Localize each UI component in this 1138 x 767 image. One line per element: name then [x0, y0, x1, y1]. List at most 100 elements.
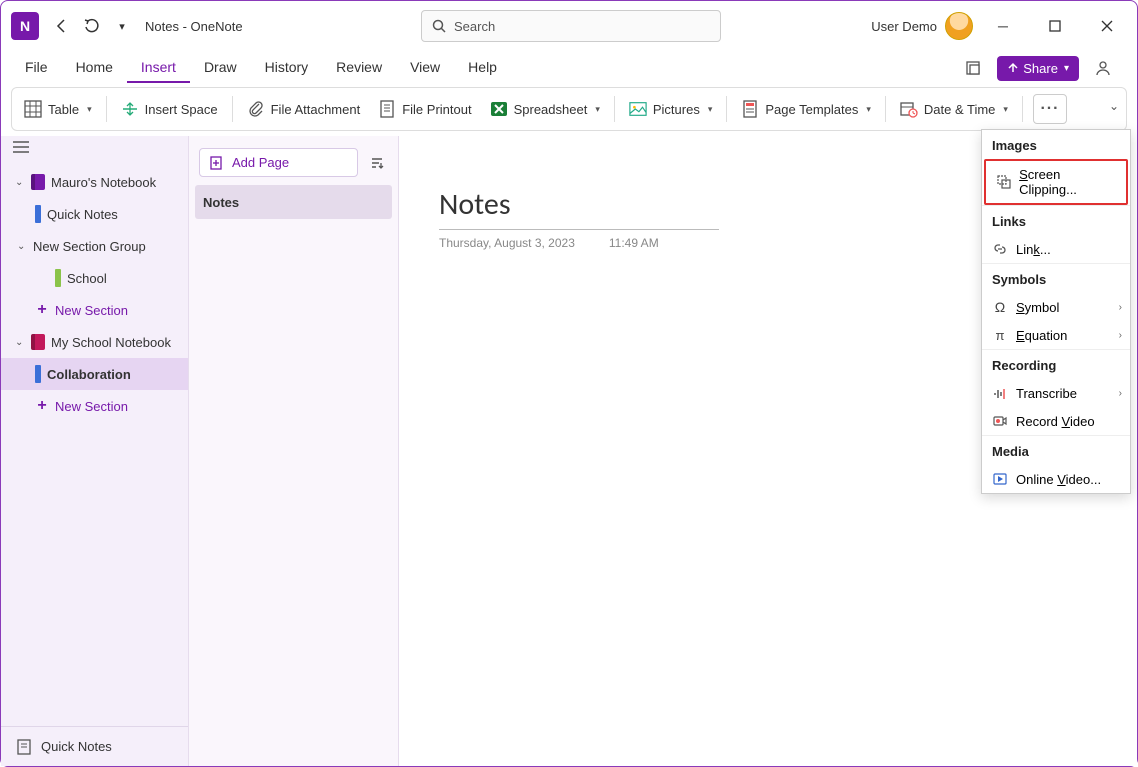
ribbon-label: Date & Time [924, 102, 996, 117]
pictures-icon [629, 100, 647, 118]
qat-customize-button[interactable]: ▾ [107, 11, 137, 41]
section-tab-icon [55, 269, 61, 287]
chevron-right-icon: › [1119, 330, 1122, 341]
plus-icon: + [35, 397, 49, 415]
content-area: ⌄Mauro's NotebookQuick Notes⌄New Section… [1, 136, 1137, 766]
sort-pages-button[interactable] [366, 152, 388, 174]
pages-panel: Add Page Notes [189, 136, 399, 766]
account-icon[interactable] [1089, 54, 1117, 82]
ribbon-insert-space[interactable]: Insert Space [113, 94, 226, 124]
ribbon-table[interactable]: Table▾ [16, 94, 100, 124]
ribbon-overflow-menu: Images Screen Clipping... Links Link... Symb… [981, 129, 1131, 494]
avatar[interactable] [945, 12, 973, 40]
note-title[interactable]: Notes [439, 186, 719, 230]
search-box[interactable]: Search [421, 10, 721, 42]
transcribe-icon [992, 385, 1008, 401]
page-item[interactable]: Notes [195, 185, 392, 219]
tab-view[interactable]: View [396, 53, 454, 83]
spreadsheet-icon [490, 100, 508, 118]
nb-item[interactable]: ⌄New Section Group [1, 230, 188, 262]
ribbon-collapse-button[interactable]: ⌄ [1109, 99, 1119, 113]
ribbon-printout[interactable]: File Printout [370, 94, 479, 124]
notebook-icon [31, 334, 45, 350]
close-button[interactable] [1085, 11, 1129, 41]
menu-item-screen-clipping[interactable]: Screen Clipping... [984, 159, 1128, 205]
ribbon-label: Insert Space [145, 102, 218, 117]
tab-home[interactable]: Home [62, 53, 127, 83]
menu-item-record-video[interactable]: Record Video [982, 407, 1130, 435]
dropdown-header: Images [982, 130, 1130, 159]
tab-insert[interactable]: Insert [127, 53, 190, 83]
new-section-label: New Section [55, 399, 128, 414]
section-tab-icon [35, 205, 41, 223]
nb-item[interactable]: Quick Notes [1, 198, 188, 230]
ribbon-separator [1022, 96, 1023, 122]
add-page-button[interactable]: Add Page [199, 148, 358, 177]
tab-review[interactable]: Review [322, 53, 396, 83]
table-icon [24, 100, 42, 118]
ribbon-label: Page Templates [765, 102, 858, 117]
ribbon-spreadsheet[interactable]: Spreadsheet▾ [482, 94, 608, 124]
tab-draw[interactable]: Draw [190, 53, 251, 83]
section-label: School [67, 271, 107, 286]
ribbon-datetime[interactable]: Date & Time▾ [892, 94, 1016, 124]
menu-item-label: Online Video... [1016, 472, 1101, 487]
templates-icon [741, 100, 759, 118]
user-name[interactable]: User Demo [871, 19, 937, 34]
menu-item-online-video[interactable]: Online Video... [982, 465, 1130, 493]
minimize-button[interactable]: ─ [981, 11, 1025, 41]
menu-item-label: Equation [1016, 328, 1067, 343]
titlebar: N ▾ Notes - OneNote Search User Demo ─ [1, 1, 1137, 51]
undo-button[interactable] [77, 11, 107, 41]
ribbon-templates[interactable]: Page Templates ▾ [733, 94, 879, 124]
menu-tabs: FileHomeInsertDrawHistoryReviewViewHelp … [1, 51, 1137, 85]
chevron-down-icon: ▾ [595, 104, 600, 115]
maximize-button[interactable] [1033, 11, 1077, 41]
tab-help[interactable]: Help [454, 53, 511, 83]
nb-item[interactable]: ⌄My School Notebook [1, 326, 188, 358]
menu-item-transcribe[interactable]: Transcribe› [982, 379, 1130, 407]
nb-item[interactable]: School [1, 262, 188, 294]
menu-item-equation[interactable]: πEquation› [982, 321, 1130, 349]
ribbon-overflow-button[interactable]: ··· [1033, 94, 1067, 124]
back-button[interactable] [47, 11, 77, 41]
share-label: Share [1023, 61, 1058, 76]
search-placeholder: Search [454, 19, 495, 34]
note-date: Thursday, August 3, 2023 [439, 236, 575, 250]
onlinevideo-icon [992, 471, 1008, 487]
nb-item[interactable]: +New Section [1, 294, 188, 326]
menu-item-symbol[interactable]: ΩSymbol› [982, 293, 1130, 321]
group-label: New Section Group [33, 239, 146, 254]
chevron-down-icon: ▾ [866, 104, 871, 115]
chevron-down-icon: ⌄ [15, 177, 25, 188]
menu-item-label: Record Video [1016, 414, 1095, 429]
tab-file[interactable]: File [11, 53, 62, 83]
share-button[interactable]: Share ▾ [997, 56, 1079, 81]
quick-notes-footer[interactable]: Quick Notes [1, 726, 188, 766]
quick-notes-label: Quick Notes [41, 739, 112, 754]
dropdown-header: Symbols [982, 263, 1130, 293]
menu-item-label: Symbol [1016, 300, 1059, 315]
menu-item-label: Transcribe [1016, 386, 1077, 401]
menu-item-label: Link... [1016, 242, 1051, 257]
ribbon-label: File Printout [402, 102, 471, 117]
ribbon-pictures[interactable]: Pictures▾ [621, 94, 721, 124]
nav-toggle-button[interactable] [1, 136, 188, 158]
dropdown-header: Links [982, 205, 1130, 235]
tab-history[interactable]: History [251, 53, 323, 83]
printout-icon [378, 100, 396, 118]
search-icon [432, 19, 446, 33]
fullscreen-icon[interactable] [959, 54, 987, 82]
nb-item[interactable]: Collaboration [1, 358, 188, 390]
ribbon-separator [614, 96, 615, 122]
menu-item-link[interactable]: Link... [982, 235, 1130, 263]
section-label: Collaboration [47, 367, 131, 382]
chevron-down-icon: ⌄ [15, 337, 25, 348]
nb-item[interactable]: ⌄Mauro's Notebook [1, 166, 188, 198]
ribbon-separator [726, 96, 727, 122]
plus-icon: + [35, 301, 49, 319]
menu-item-label: Screen Clipping... [1019, 167, 1116, 197]
nb-item[interactable]: + New Section [1, 390, 188, 422]
ribbon-separator [885, 96, 886, 122]
ribbon-attachment[interactable]: File Attachment [239, 94, 369, 124]
